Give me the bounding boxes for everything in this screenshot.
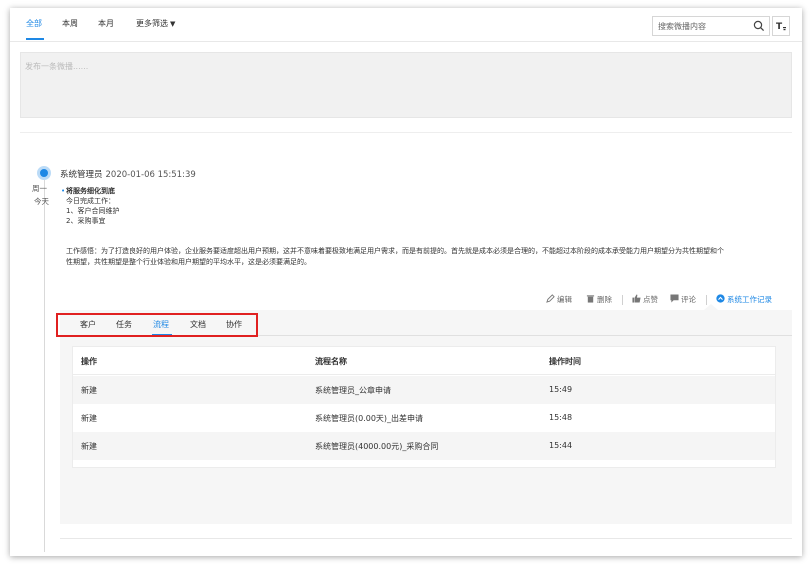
table-header: 操作 流程名称 操作时间	[73, 347, 775, 375]
compose-placeholder: 发布一条微播......	[25, 62, 89, 71]
bullet-dot-icon: •	[61, 187, 66, 195]
column-header: 操作	[81, 357, 97, 366]
table-cell: 系统管理员(4000.00元)_采购合同	[315, 442, 439, 451]
thumbs-up-icon	[632, 294, 641, 303]
delete-label: 删除	[597, 295, 612, 304]
like-button[interactable]: 点赞	[632, 294, 658, 305]
post-reflection-line: 性期望，共性期望是整个行业体验和用户期望的平均水平，这是必须要满足的。	[66, 258, 311, 266]
post-actions: 编辑 删除 点赞 评论 系统工作记录	[546, 294, 792, 308]
post-body: • 将服务细化到底 今日完成工作： 1、客户合同维护 2、采购事宜	[61, 186, 786, 226]
table-cell: 系统管理员(0.00天)_出差申请	[315, 414, 424, 423]
post-line: 今日完成工作：	[66, 197, 115, 205]
process-table: 操作 流程名称 操作时间 新建 系统管理员_公章申请 15:49 新建 系统管理…	[72, 346, 776, 468]
pencil-icon	[546, 294, 555, 303]
active-tab-indicator	[152, 334, 172, 336]
post-reflection: 工作感悟：为了打造良好的用户体验，企业服务要适度超出用户预期，这并不意味着要极致…	[66, 246, 790, 268]
post-author[interactable]: 系统管理员	[60, 170, 103, 180]
table-cell: 新建	[81, 414, 97, 423]
app-frame: 全部 本周 本月 更多筛选▼ T 发布一条微播...... 周一 今天 系统管理	[10, 8, 802, 556]
filter-tab-all[interactable]: 全部	[26, 18, 42, 29]
table-cell: 15:49	[549, 385, 573, 394]
work-record-label: 系统工作记录	[727, 295, 772, 304]
active-tab-indicator	[26, 38, 44, 40]
delete-button[interactable]: 删除	[586, 294, 612, 305]
table-cell: 新建	[81, 386, 97, 395]
text-filter-icon: T	[776, 22, 786, 32]
search-input[interactable]	[653, 17, 745, 35]
table-cell: 15:48	[549, 413, 573, 422]
comment-icon	[670, 294, 679, 303]
comment-label: 评论	[681, 295, 696, 304]
column-header: 流程名称	[315, 357, 347, 366]
work-record-button[interactable]: 系统工作记录	[716, 294, 772, 305]
search-icon[interactable]	[753, 20, 765, 32]
text-filter-glyph: T	[776, 22, 783, 32]
post-header: 系统管理员 2020-01-06 15:51:39	[60, 168, 196, 180]
timeline-line	[44, 180, 45, 552]
timeline-today: 今天	[34, 197, 49, 206]
comment-button[interactable]: 评论	[670, 294, 696, 305]
chevron-up-circle-icon	[716, 294, 725, 303]
actions-separator	[622, 295, 623, 305]
tab-collaboration[interactable]: 协作	[226, 319, 242, 330]
table-cell: 新建	[81, 442, 97, 451]
tab-task[interactable]: 任务	[116, 319, 132, 330]
timeline-dot	[37, 166, 51, 180]
filter-tab-month[interactable]: 本月	[98, 18, 114, 29]
filter-tab-week[interactable]: 本周	[62, 18, 78, 29]
tab-process[interactable]: 流程	[153, 319, 169, 330]
post-line: 1、客户合同维护	[66, 207, 120, 215]
like-label: 点赞	[643, 295, 658, 304]
table-cell: 15:44	[549, 441, 573, 450]
search-box	[652, 16, 770, 36]
post-title: 将服务细化到底	[66, 187, 115, 195]
post-time: 2020-01-06 15:51:39	[105, 170, 196, 180]
tab-customer[interactable]: 客户	[80, 319, 96, 330]
tab-document[interactable]: 文档	[190, 319, 206, 330]
compose-textarea[interactable]: 发布一条微播......	[20, 52, 792, 118]
filter-tab-more-label: 更多筛选	[136, 19, 168, 28]
text-filter-button[interactable]: T	[772, 16, 790, 36]
edit-button[interactable]: 编辑	[546, 294, 572, 305]
trash-icon	[586, 295, 595, 303]
timeline-weekday: 周一	[32, 184, 47, 193]
filter-tab-more[interactable]: 更多筛选 ▼	[136, 18, 175, 29]
panel-tabs: 客户 任务 流程 文档 协作	[60, 310, 792, 336]
post-reflection-line: 工作感悟：为了打造良好的用户体验，企业服务要适度超出用户预期，这并不意味着要极致…	[66, 247, 724, 255]
table-row[interactable]: 新建 系统管理员(0.00天)_出差申请 15:48	[73, 404, 775, 432]
post-line: 2、采购事宜	[66, 217, 106, 225]
column-header: 操作时间	[549, 357, 581, 366]
table-row[interactable]: 新建 系统管理员(4000.00元)_采购合同 15:44	[73, 432, 775, 460]
divider	[20, 132, 792, 133]
table-cell: 系统管理员_公章申请	[315, 386, 391, 395]
work-record-panel: 客户 任务 流程 文档 协作 操作 流程名称 操作时间 新建 系统管理员_公章申…	[60, 310, 792, 524]
divider	[60, 538, 792, 539]
table-row[interactable]: 新建 系统管理员_公章申请 15:49	[73, 376, 775, 404]
caret-down-icon: ▼	[170, 20, 176, 28]
edit-label: 编辑	[557, 295, 572, 304]
filter-bar: 全部 本周 本月 更多筛选▼ T	[10, 8, 802, 42]
